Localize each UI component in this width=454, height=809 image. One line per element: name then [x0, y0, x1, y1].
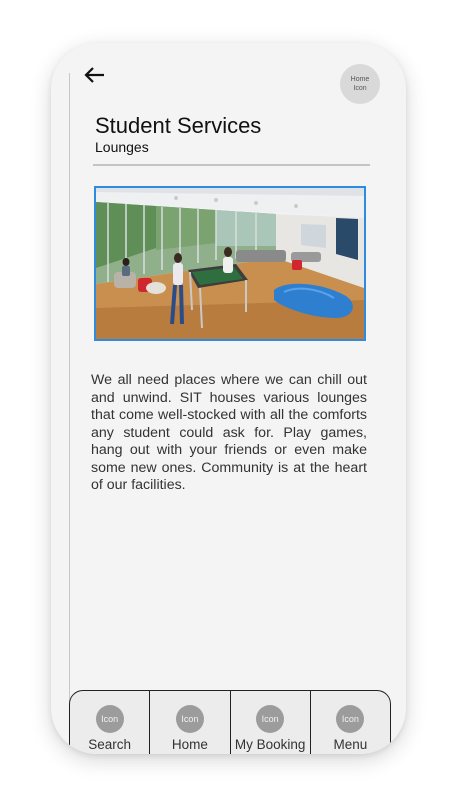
tab-search[interactable]: Icon Search: [70, 691, 151, 754]
description-text: We all need places where we can chill ou…: [91, 372, 367, 493]
tab-home[interactable]: Icon Home: [150, 691, 231, 754]
home-icon: Icon: [175, 705, 204, 733]
menu-icon: Icon: [336, 705, 365, 733]
screen-edge-line: [69, 73, 70, 733]
arrow-left-icon: [84, 67, 104, 83]
tab-my-booking[interactable]: Icon My Booking: [231, 691, 311, 754]
lounge-photo: [94, 186, 366, 341]
tab-home-label: Home: [171, 737, 208, 752]
page-title: Student Services: [95, 113, 262, 138]
phone-frame: Home Icon Student Services Lounges We al…: [51, 43, 406, 754]
tab-menu[interactable]: Icon Menu: [311, 691, 390, 754]
booking-icon: Icon: [256, 705, 285, 733]
bottom-tab-bar: Icon Search Icon Home Icon My Booking Ic…: [69, 690, 391, 754]
home-icon-button[interactable]: Home Icon: [340, 64, 380, 104]
tab-my-booking-label: My Booking: [234, 737, 306, 752]
back-button[interactable]: [82, 65, 106, 85]
tab-menu-label: Menu: [333, 737, 368, 752]
tab-search-label: Search: [88, 737, 132, 752]
search-icon: Icon: [95, 705, 124, 733]
header-divider: [93, 164, 370, 166]
page-subtitle: Lounges: [95, 139, 149, 155]
home-icon-label: Home Icon: [350, 76, 370, 92]
